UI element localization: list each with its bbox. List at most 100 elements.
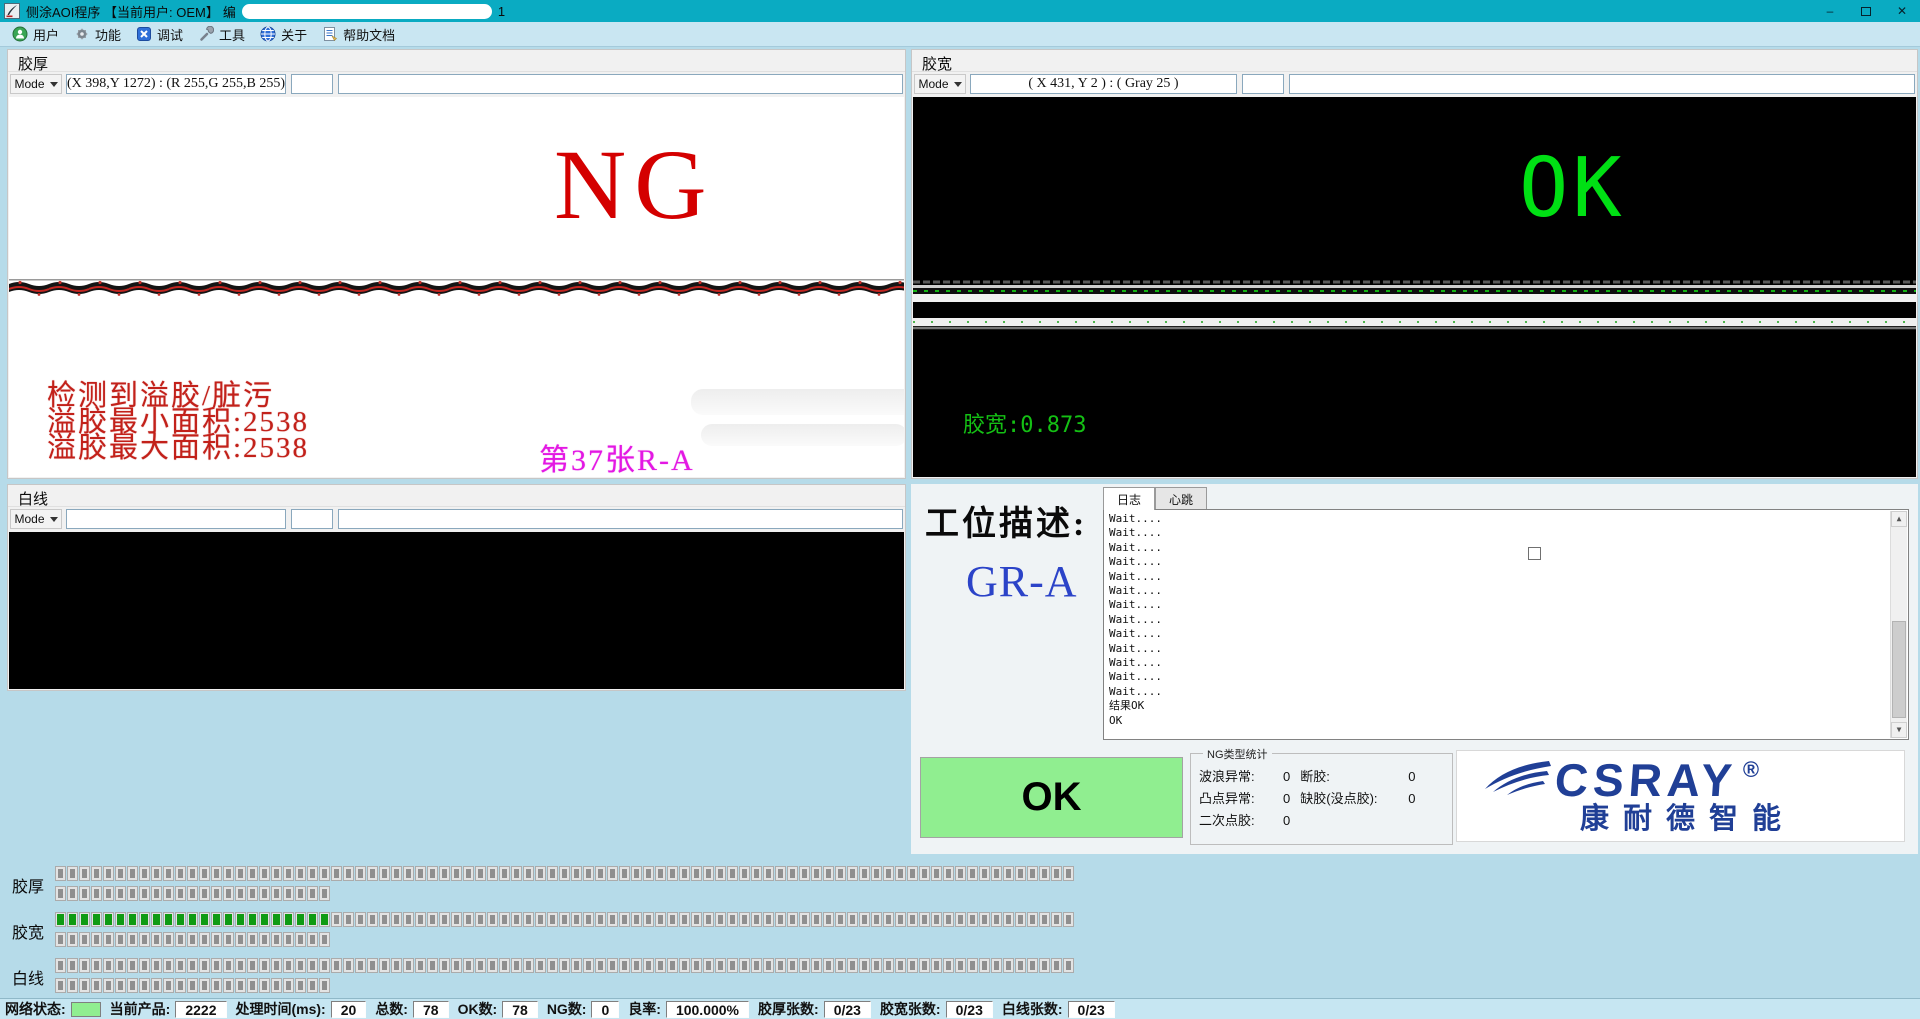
log-line: Wait....: [1109, 541, 1888, 555]
mode-dropdown[interactable]: Mode: [10, 74, 62, 94]
indicator-cell: [283, 978, 294, 993]
indicator-cell: [991, 912, 1002, 927]
status-value: 0/23: [1068, 1001, 1115, 1018]
indicator-cell: [1027, 912, 1038, 927]
log-line: Wait....: [1109, 613, 1888, 627]
indicator-cell: [55, 958, 66, 973]
indicator-cell: [247, 886, 258, 901]
indicator-cell: [259, 886, 270, 901]
indicator-cell: [67, 978, 78, 993]
ng-stat-value: 0: [1283, 810, 1290, 832]
indicator-cell: [91, 912, 102, 927]
status-label: 胶宽张数:: [880, 999, 941, 1019]
tab-heartbeat[interactable]: 心跳: [1155, 487, 1207, 509]
indicator-cell: [679, 958, 690, 973]
indicator-cell: [343, 958, 354, 973]
close-button[interactable]: ✕: [1884, 0, 1920, 22]
indicator-cell: [619, 912, 630, 927]
indicator-cell: [91, 866, 102, 881]
menu-item-help-doc[interactable]: 帮助文档: [316, 23, 404, 46]
indicator-cell: [919, 912, 930, 927]
indicator-cell: [235, 978, 246, 993]
indicator-cell: [1051, 912, 1062, 927]
minimize-button[interactable]: –: [1812, 0, 1848, 22]
indicator-cell: [427, 912, 438, 927]
log-line: Wait....: [1109, 642, 1888, 656]
glue-width-image[interactable]: OK 胶宽:0.873: [913, 97, 1916, 477]
indicator-cell: [271, 932, 282, 947]
indicator-cell: [799, 866, 810, 881]
ng-stat-value: 0: [1283, 788, 1290, 810]
indicator-cell: [319, 912, 330, 927]
panel-glue-width: 胶宽 Mode ( X 431, Y 2 ) : ( Gray 25 ) OK: [911, 49, 1918, 479]
indicator-cell: [631, 912, 642, 927]
indicator-cell: [223, 912, 234, 927]
maximize-button[interactable]: [1848, 0, 1884, 22]
indicator-cell: [763, 912, 774, 927]
indicator-cell: [355, 958, 366, 973]
indicator-group-label-width: 胶宽: [12, 919, 44, 943]
indicator-cell: [1063, 866, 1074, 881]
indicator-cell: [271, 886, 282, 901]
overall-result-label: OK: [1022, 775, 1082, 820]
tab-log[interactable]: 日志: [1103, 487, 1155, 510]
indicator-cell: [103, 978, 114, 993]
scroll-down-icon[interactable]: ▼: [1891, 722, 1907, 738]
indicator-cell: [739, 866, 750, 881]
indicator-cell: [223, 958, 234, 973]
result-text-ng: NG: [554, 127, 714, 242]
indicator-cell: [91, 978, 102, 993]
status-item: 胶宽张数: 0/23: [880, 999, 993, 1019]
indicator-cell: [115, 912, 126, 927]
log-checkbox[interactable]: [1528, 547, 1541, 560]
defect-message: 检测到溢胶/脏污 溢胶最小面积:2538 溢胶最大面积:2538: [47, 383, 309, 461]
indicator-cell: [571, 912, 582, 927]
menu-item-function[interactable]: 功能: [68, 23, 130, 46]
indicator-cell: [691, 912, 702, 927]
scroll-up-icon[interactable]: ▲: [1891, 511, 1907, 527]
panel-title: 胶宽: [912, 50, 1917, 71]
indicator-cell: [115, 932, 126, 947]
indicator-cell: [847, 958, 858, 973]
menu-item-about[interactable]: 关于: [254, 23, 316, 46]
indicator-cell: [139, 978, 150, 993]
indicator-row: [55, 978, 330, 993]
pixel-info-field: ( X 431, Y 2 ) : ( Gray 25 ): [970, 74, 1237, 94]
ng-stats-left-column: 波浪异常: 0 凸点异常: 0 二次点胶: 0: [1199, 766, 1290, 832]
indicator-cell: [835, 958, 846, 973]
indicator-cell: [211, 866, 222, 881]
indicator-cell: [307, 866, 318, 881]
menu-item-tools[interactable]: 工具: [192, 23, 254, 46]
aux-field: [291, 74, 333, 94]
log-scrollbar[interactable]: ▲ ▼: [1890, 511, 1907, 738]
indicator-cell: [343, 912, 354, 927]
indicator-cell: [1003, 958, 1014, 973]
indicator-cell: [955, 866, 966, 881]
redaction-scribble: [691, 389, 904, 415]
indicator-cell: [139, 958, 150, 973]
mode-dropdown[interactable]: Mode: [10, 509, 62, 529]
menu-item-user[interactable]: 用户: [6, 23, 68, 46]
indicator-cell: [1039, 912, 1050, 927]
menu-item-debug[interactable]: 调试: [130, 23, 192, 46]
indicator-cell: [931, 912, 942, 927]
indicator-cell: [403, 912, 414, 927]
glue-thickness-image[interactable]: NG 检测到溢胶/脏污 溢胶最小面积:2538 溢胶最大面积:2538: [9, 97, 904, 477]
info-field: [338, 509, 903, 529]
indicator-cell: [1063, 912, 1074, 927]
indicator-row: [55, 912, 1074, 927]
log-line: Wait....: [1109, 570, 1888, 584]
mode-dropdown[interactable]: Mode: [914, 74, 966, 94]
indicator-cell: [103, 958, 114, 973]
indicator-cell: [151, 958, 162, 973]
indicator-cell: [451, 912, 462, 927]
indicator-cell: [163, 978, 174, 993]
ng-stats-title: NG类型统计: [1203, 746, 1272, 762]
log-list[interactable]: Wait....Wait....Wait....Wait....Wait....…: [1103, 509, 1909, 740]
scrollbar-thumb[interactable]: [1892, 621, 1906, 718]
white-line-image[interactable]: [9, 532, 904, 689]
indicator-cell: [943, 866, 954, 881]
status-label: 网络状态:: [5, 999, 66, 1019]
panel-toolbar: Mode: [8, 506, 905, 531]
ng-stat-value: 0: [1408, 788, 1415, 810]
